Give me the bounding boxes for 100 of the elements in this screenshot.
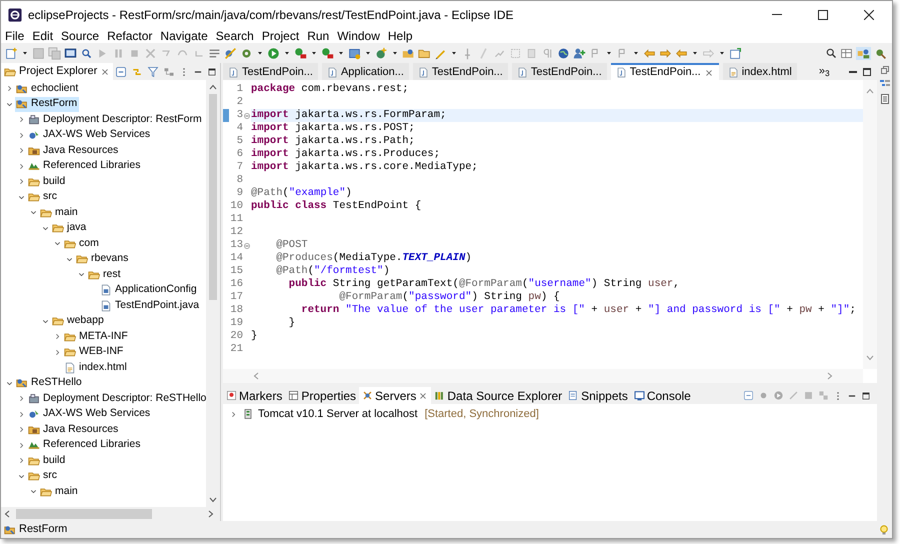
view-tab[interactable]: Project Explorer — [1, 63, 114, 80]
tree-item[interactable]: JAX-WS Web Services — [27, 128, 152, 143]
server-name[interactable]: Tomcat v10.1 Server at localhost — [258, 406, 418, 422]
open-type-icon[interactable] — [402, 46, 415, 60]
editor-tab[interactable]: index.html — [722, 63, 797, 80]
run-icon[interactable] — [267, 46, 280, 60]
menu-item[interactable]: Help — [388, 26, 413, 44]
scrollbar-thumb[interactable] — [209, 94, 217, 300]
tree-item[interactable]: java — [51, 220, 88, 236]
restore-icon[interactable] — [880, 66, 888, 74]
dropdown-arrow-icon[interactable] — [364, 49, 372, 57]
menu-item[interactable]: Navigate — [160, 26, 208, 44]
menu-item[interactable]: File — [5, 26, 24, 44]
dropdown-arrow-icon[interactable] — [337, 49, 345, 57]
skip-breakpoints-icon[interactable] — [224, 46, 237, 60]
tree-item[interactable]: rbevans — [75, 252, 130, 267]
scrollbar-thumb[interactable] — [16, 509, 152, 519]
tree-item[interactable]: Referenced Libraries — [27, 438, 142, 453]
tree-item[interactable]: index.html — [63, 360, 129, 376]
new-icon[interactable] — [5, 46, 18, 60]
dropdown-arrow-icon[interactable] — [632, 49, 640, 57]
perspective-icon[interactable] — [840, 46, 853, 60]
tree-item[interactable]: TestEndPoint.java — [99, 298, 202, 314]
menu-item[interactable]: Project — [262, 26, 300, 44]
outline-icon[interactable] — [880, 79, 890, 89]
menu-item[interactable]: Edit — [32, 26, 54, 44]
maximize-icon[interactable] — [207, 66, 217, 76]
tree-item[interactable]: com — [63, 236, 101, 252]
dropdown-arrow-icon[interactable] — [283, 49, 291, 57]
editor-tab[interactable]: TestEndPoin... — [610, 63, 719, 80]
dropdown-arrow-icon[interactable] — [391, 49, 399, 57]
editor-tab[interactable]: TestEndPoin... — [412, 63, 508, 80]
tree-item[interactable]: Referenced Libraries — [27, 158, 142, 174]
filter-icon[interactable] — [147, 66, 159, 78]
more-tabs-button[interactable]: »$_{3}$ — [818, 66, 830, 77]
open-view-icon[interactable] — [729, 46, 742, 60]
dropdown-arrow-icon[interactable] — [450, 49, 458, 57]
dropdown-arrow-icon[interactable] — [691, 49, 699, 57]
tree-view-icon[interactable] — [163, 66, 175, 78]
tree-item[interactable]: Deployment Descriptor: RestForm — [27, 112, 204, 128]
editor-tab[interactable]: TestEndPoin... — [223, 63, 318, 80]
tree-item[interactable]: src — [27, 468, 59, 484]
tree-item[interactable]: rest — [87, 267, 123, 282]
close-icon[interactable] — [100, 66, 110, 76]
menu-item[interactable]: Run — [307, 26, 330, 44]
search-icon[interactable] — [825, 47, 837, 59]
tree-item[interactable]: ReSTHello — [15, 376, 84, 391]
tree-item[interactable]: echoclient — [15, 81, 80, 96]
editor-tab[interactable]: TestEndPoin... — [512, 63, 607, 80]
dropdown-arrow-icon[interactable] — [256, 49, 264, 57]
tree-item[interactable]: Java Resources — [27, 422, 120, 438]
person-icon[interactable] — [573, 46, 586, 60]
list-icon[interactable] — [208, 46, 221, 60]
dropdown-arrow-icon[interactable] — [21, 49, 29, 57]
tree-item[interactable]: WEB-INF — [63, 344, 126, 360]
menu-item[interactable]: Source — [61, 26, 100, 44]
collapse-all-icon[interactable] — [115, 66, 127, 78]
start-icon[interactable] — [773, 390, 784, 401]
dropdown-arrow-icon[interactable] — [718, 49, 726, 57]
maximize-icon[interactable] — [861, 390, 871, 400]
tree-item[interactable]: Java Resources — [27, 143, 120, 158]
scroll-right-icon[interactable] — [208, 510, 214, 518]
fold-icon[interactable] — [244, 112, 250, 118]
tree-item[interactable]: build — [27, 453, 68, 468]
scroll-up-icon[interactable] — [209, 84, 217, 90]
tree-item[interactable]: META-INF — [63, 329, 130, 344]
close-icon[interactable] — [418, 390, 428, 400]
terminal-icon[interactable] — [64, 46, 77, 60]
fold-icon[interactable] — [244, 242, 250, 248]
menu-item[interactable]: Window — [337, 26, 380, 44]
maximize-icon[interactable] — [863, 68, 871, 76]
menu-item[interactable]: Refactor — [107, 26, 152, 44]
tree-item[interactable]: Deployment Descriptor: ReSTHello — [27, 391, 206, 406]
tree-item[interactable]: main — [39, 205, 80, 220]
back-icon[interactable] — [659, 46, 672, 60]
dropdown-arrow-icon[interactable] — [310, 49, 318, 57]
search-icon[interactable] — [80, 46, 93, 60]
coverage-icon[interactable] — [294, 46, 307, 60]
tree-item[interactable]: ApplicationConfig — [99, 282, 199, 298]
tree-item[interactable]: main — [39, 484, 80, 500]
tree-item[interactable]: webapp — [51, 314, 106, 329]
task-list-icon[interactable] — [880, 94, 890, 104]
globe-icon[interactable] — [557, 46, 570, 60]
new-server-icon[interactable] — [348, 46, 361, 60]
horizontal-scrollbar[interactable] — [1, 507, 220, 521]
tree-item[interactable]: RestForm — [15, 96, 80, 112]
scroll-left-icon[interactable] — [4, 510, 10, 518]
dropdown-arrow-icon[interactable] — [605, 49, 613, 57]
tree-item[interactable]: src — [27, 190, 59, 205]
java-ee-perspective-icon[interactable] — [857, 46, 870, 60]
scroll-down-icon[interactable] — [209, 497, 217, 503]
close-icon[interactable] — [704, 68, 714, 78]
tree-item[interactable]: JAX-WS Web Services — [27, 406, 152, 422]
editor-tab[interactable]: Application... — [322, 63, 409, 80]
new-class-icon[interactable] — [375, 46, 388, 60]
menu-item[interactable]: Search — [216, 26, 254, 44]
tree-item[interactable]: build — [27, 174, 68, 190]
external-tools-icon[interactable] — [321, 46, 334, 60]
view-tab[interactable]: Servers — [359, 387, 432, 404]
debug-perspective-icon[interactable] — [874, 46, 887, 60]
